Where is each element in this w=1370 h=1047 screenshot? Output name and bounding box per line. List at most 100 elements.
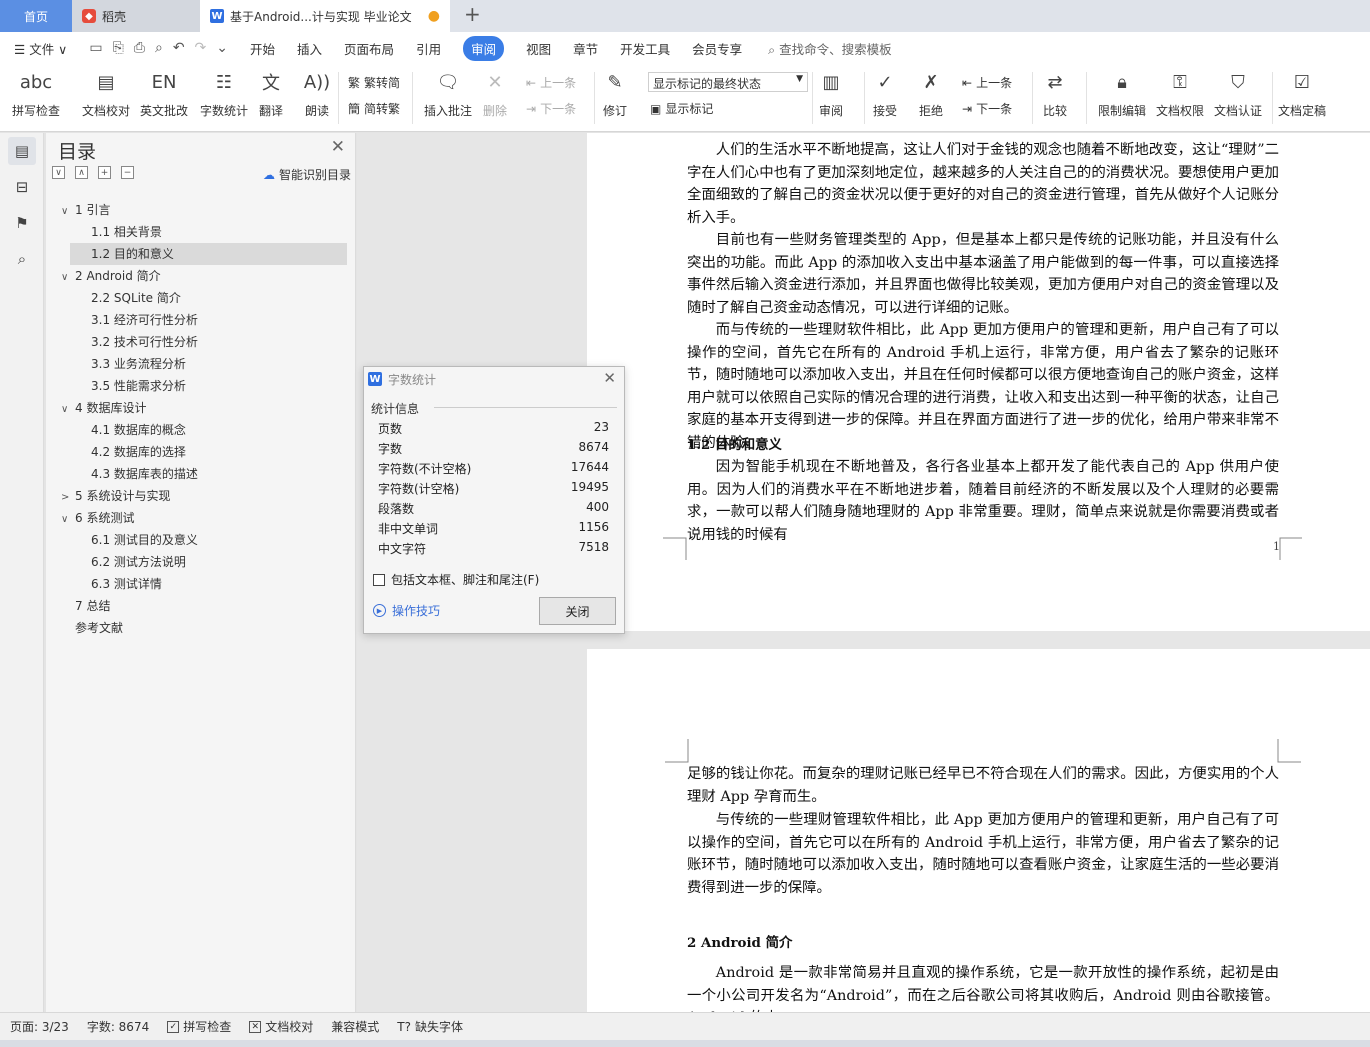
toc-item[interactable]: 1.2 目的和意义: [70, 243, 347, 265]
stat-row: 非中文单词 1156: [378, 520, 609, 540]
chevron-down-icon[interactable]: ∨: [61, 267, 75, 289]
show-markup-button[interactable]: ▣ 显示标记: [650, 100, 713, 117]
toc-item[interactable]: 6.3 测试详情: [46, 573, 356, 595]
toc-item[interactable]: ∨ 1 引言: [46, 199, 356, 221]
command-search[interactable]: ⌕ 查找命令、搜索模板: [768, 39, 892, 58]
missing-font-button[interactable]: T? 缺失字体: [397, 1018, 463, 1035]
toc-item[interactable]: 6.1 测试目的及意义: [46, 529, 356, 551]
insert-comment-button[interactable]: 🗨 插入批注: [424, 68, 472, 119]
chapter-nav-icon[interactable]: ⊟: [8, 173, 36, 201]
word-count-indicator[interactable]: 字数: 8674: [87, 1018, 149, 1035]
toc-item[interactable]: 3.1 经济可行性分析: [46, 309, 356, 331]
tab-docer[interactable]: ◆ 稻壳: [72, 0, 200, 32]
read-aloud-button[interactable]: A)) 朗读: [304, 68, 330, 119]
remove-heading-icon[interactable]: −: [121, 166, 134, 179]
menu-view[interactable]: 视图: [526, 39, 551, 58]
collapse-all-icon[interactable]: ∧: [75, 166, 88, 179]
toc-item[interactable]: 4.1 数据库的概念: [46, 419, 356, 441]
toc-item[interactable]: 参考文献: [46, 617, 356, 639]
prev-comment-button[interactable]: ⇤ 上一条: [526, 74, 576, 91]
doc-rights-button[interactable]: ⚿ 文档权限: [1156, 68, 1204, 119]
doc-finalize-button[interactable]: ☑ 文档定稿: [1278, 68, 1326, 119]
menu-layout[interactable]: 页面布局: [344, 39, 394, 58]
menu-insert[interactable]: 插入: [297, 39, 322, 58]
close-icon[interactable]: ✕: [331, 137, 345, 157]
toc-item[interactable]: ∨ 6 系统测试: [46, 507, 356, 529]
next-comment-button[interactable]: ⇥ 下一条: [526, 100, 576, 117]
include-textbox-checkbox[interactable]: 包括文本框、脚注和尾注(F): [373, 571, 539, 588]
reject-button[interactable]: ✗ 拒绝: [918, 68, 944, 119]
doc-proof-toggle[interactable]: ✕ 文档校对: [249, 1018, 313, 1035]
toc-item[interactable]: 3.2 技术可行性分析: [46, 331, 356, 353]
toc-item[interactable]: 4.3 数据库表的描述: [46, 463, 356, 485]
toc-item[interactable]: 3.3 业务流程分析: [46, 353, 356, 375]
redo-icon[interactable]: ↷: [195, 40, 207, 56]
close-button[interactable]: 关闭: [539, 597, 616, 625]
find-icon[interactable]: ⌕: [8, 245, 36, 273]
smart-toc-button[interactable]: ☁ 智能识别目录: [263, 166, 351, 183]
restrict-edit-button[interactable]: 🔒︎ 限制编辑: [1098, 68, 1146, 119]
toc-item[interactable]: >5 系统设计与实现: [46, 485, 356, 507]
chevron-right-icon[interactable]: >: [61, 487, 75, 509]
page-indicator[interactable]: 页面: 3/23: [10, 1018, 69, 1035]
toc-item-label: 3.1 经济可行性分析: [91, 313, 198, 327]
menu-member[interactable]: 会员专享: [692, 39, 742, 58]
doc-cert-button[interactable]: ⛉ 文档认证: [1214, 68, 1262, 119]
spell-check-button[interactable]: abc 拼写检查: [12, 68, 60, 119]
reject-label: 拒绝: [918, 104, 943, 118]
tab-document[interactable]: W 基于Android...计与实现 毕业论文 ●: [200, 0, 450, 32]
dialog-title-bar[interactable]: W 字数统计: [364, 367, 624, 391]
doc-proof-button[interactable]: ▤ 文档校对: [82, 68, 130, 119]
tips-link[interactable]: ▶ 操作技巧: [373, 602, 440, 619]
chevron-down-icon[interactable]: ∨: [61, 399, 75, 421]
toc-panel-icon[interactable]: ▤: [8, 137, 36, 165]
track-changes-button[interactable]: ✎ 修订: [602, 68, 628, 119]
document-page: 人们的生活水平不断地提高，这让人们对于金钱的观念也随着不断地改变，这让“理财”二…: [587, 133, 1370, 631]
markup-state-select[interactable]: 显示标记的最终状态 ▼: [648, 72, 808, 92]
print-icon[interactable]: ⎙: [134, 40, 145, 56]
doc-proof-status-label: 文档校对: [265, 1020, 314, 1034]
close-icon[interactable]: ✕: [603, 369, 616, 387]
print-preview-icon[interactable]: ⌕: [155, 40, 163, 56]
chevron-down-icon[interactable]: ∨: [61, 509, 75, 531]
new-tab-button[interactable]: +: [464, 2, 481, 26]
export-icon[interactable]: ⎘: [113, 40, 124, 56]
bookmark-icon[interactable]: ⚑: [8, 209, 36, 237]
simp-to-trad-button[interactable]: 簡简转繁: [348, 100, 400, 117]
menu-dev-tools[interactable]: 开发工具: [620, 39, 670, 58]
accept-button[interactable]: ✓ 接受: [872, 68, 898, 119]
missing-font-label: 缺失字体: [414, 1020, 463, 1034]
stats-table: 页数 23 字数 8674 字符数(不计空格) 17644 字符数(计空格) 19495 段落数…: [378, 420, 609, 560]
next-change-button[interactable]: ⇥ 下一条: [962, 100, 1012, 117]
en-revise-button[interactable]: EN 英文批改: [140, 68, 188, 119]
add-heading-icon[interactable]: +: [98, 166, 111, 179]
toc-item[interactable]: 4.2 数据库的选择: [46, 441, 356, 463]
toc-item-label: 参考文献: [75, 621, 124, 635]
menu-start[interactable]: 开始: [250, 39, 275, 58]
delete-comment-button[interactable]: ✕ 删除: [482, 68, 508, 119]
undo-icon[interactable]: ↶: [173, 40, 185, 56]
toc-item[interactable]: 3.5 性能需求分析: [46, 375, 356, 397]
prev-change-button[interactable]: ⇤ 上一条: [962, 74, 1012, 91]
translate-button[interactable]: 文翻译: [258, 68, 284, 119]
word-count-button[interactable]: ☷ 字数统计: [200, 68, 248, 119]
spell-check-toggle[interactable]: ✓ 拼写检查: [167, 1018, 231, 1035]
menu-review[interactable]: 审阅: [463, 35, 505, 61]
toc-item[interactable]: 6.2 测试方法说明: [46, 551, 356, 573]
toc-item[interactable]: 7 总结: [46, 595, 356, 617]
file-menu[interactable]: ☰ 文件 ∨: [14, 39, 67, 58]
toc-item[interactable]: 2.2 SQLite 简介: [46, 287, 356, 309]
review-pane-button[interactable]: ▥ 审阅: [818, 68, 844, 119]
expand-all-icon[interactable]: ∨: [52, 166, 65, 179]
toc-item[interactable]: ∨ 4 数据库设计: [46, 397, 356, 419]
toc-item[interactable]: 1.1 相关背景: [46, 221, 356, 243]
menu-reference[interactable]: 引用: [416, 39, 441, 58]
toc-item[interactable]: ∨ 2 Android 简介: [46, 265, 356, 287]
compare-button[interactable]: ⇄ 比较: [1042, 68, 1068, 119]
menu-section[interactable]: 章节: [573, 39, 598, 58]
chevron-down-icon[interactable]: ∨: [61, 201, 75, 223]
save-icon[interactable]: ▭: [89, 40, 102, 56]
trad-to-simp-button[interactable]: 繁繁转简: [348, 74, 400, 91]
customize-icon[interactable]: ⌄: [216, 40, 228, 56]
tab-home[interactable]: 首页: [0, 0, 72, 32]
